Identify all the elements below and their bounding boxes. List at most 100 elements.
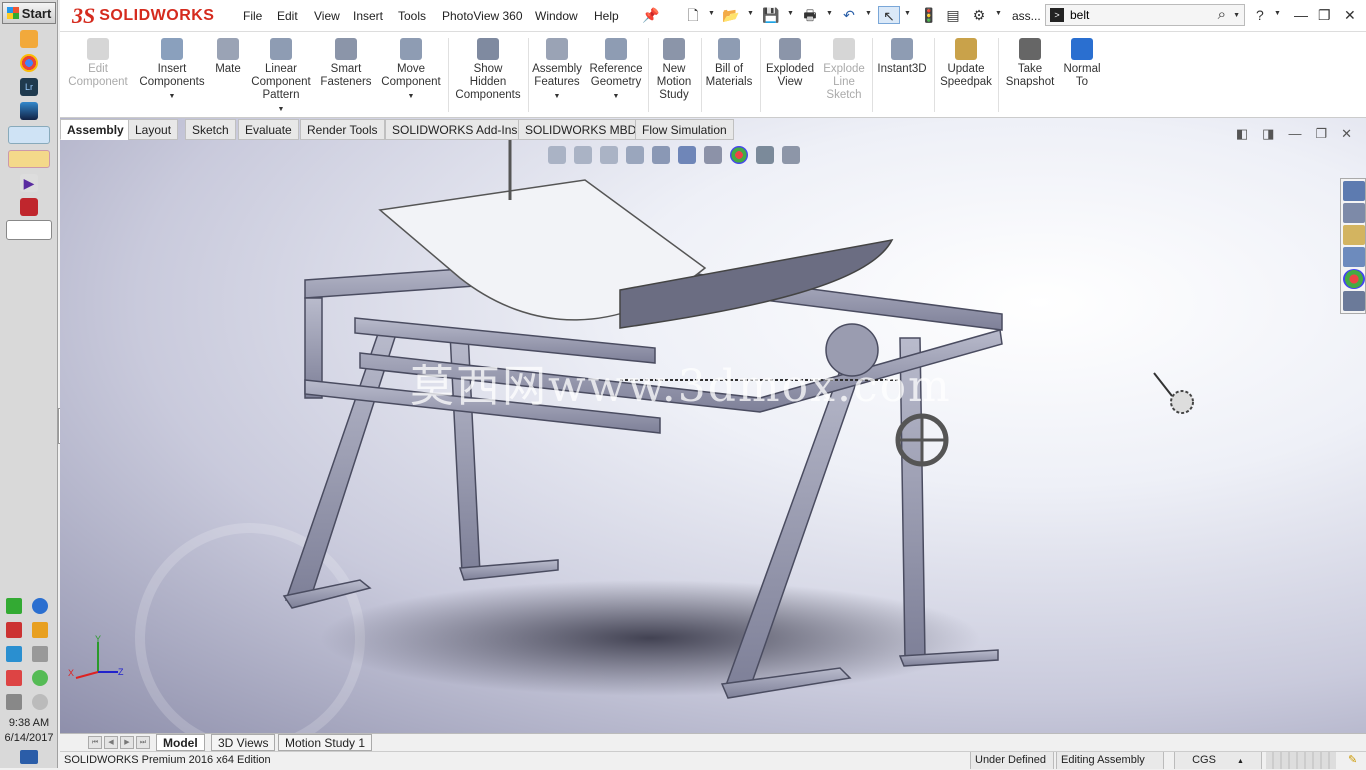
tab-3d-views[interactable]: 3D Views <box>211 734 276 751</box>
display-style-icon[interactable] <box>678 146 696 164</box>
reference-geometry-button[interactable]: Reference Geometry ▼ <box>586 38 646 103</box>
tab-evaluate[interactable]: Evaluate <box>238 119 299 140</box>
save-icon[interactable]: 💾 <box>762 6 780 24</box>
solidworks-logo[interactable]: 3S SOLIDWORKS <box>72 2 214 30</box>
chevron-down-icon[interactable]: ▼ <box>376 90 446 103</box>
help-dropdown-icon[interactable]: ▼ <box>1274 10 1281 17</box>
view-orientation-icon[interactable] <box>652 146 670 164</box>
show-desktop-icon[interactable] <box>20 750 38 764</box>
solidworks-2016-icon[interactable] <box>20 198 38 216</box>
lightroom-icon[interactable]: Lr <box>20 78 38 96</box>
menu-edit[interactable]: Edit <box>277 9 298 23</box>
explode-line-sketch-button[interactable]: Explode Line Sketch <box>820 38 868 102</box>
close-doc-icon[interactable]: ✕ <box>1341 126 1352 142</box>
zoom-to-area-icon[interactable] <box>574 146 592 164</box>
tray-app-icon[interactable] <box>32 622 48 638</box>
normal-to-button[interactable]: Normal To <box>1058 38 1106 89</box>
start-button[interactable]: Start <box>2 2 56 24</box>
open-folder-icon[interactable]: 📂 <box>722 6 740 24</box>
units-selector[interactable]: CGS ▲ <box>1174 752 1262 769</box>
first-tab-arrow-icon[interactable]: ⏮ <box>88 736 102 749</box>
show-hidden-components-button[interactable]: Show Hidden Components <box>450 38 526 102</box>
photo-app-icon[interactable] <box>20 102 38 120</box>
zoom-to-fit-icon[interactable] <box>548 146 566 164</box>
chrome-icon[interactable] <box>20 54 38 72</box>
view-palette-icon[interactable] <box>1343 247 1365 267</box>
tray-power-icon[interactable] <box>6 694 22 710</box>
menu-view[interactable]: View <box>314 9 340 23</box>
file-properties-icon[interactable]: ▤ <box>944 6 962 24</box>
bluetooth-icon[interactable] <box>32 598 48 614</box>
restore-doc-icon[interactable]: ❐ <box>1315 126 1327 142</box>
home-icon[interactable] <box>1343 181 1365 201</box>
view-settings-icon[interactable] <box>782 146 800 164</box>
menu-window[interactable]: Window <box>535 9 578 23</box>
graphics-area[interactable]: 莫西网www.3dmox.com ◧ ◨ — ❐ ✕ Y X Z <box>60 118 1366 733</box>
rebuild-traffic-light-icon[interactable]: 🚦 <box>920 6 938 24</box>
system-clock[interactable]: 9:38 AM 6/14/2017 <box>0 716 58 746</box>
tab-solidworks-mbd[interactable]: SOLIDWORKS MBD <box>518 119 644 140</box>
tab-model[interactable]: Model <box>156 734 205 751</box>
design-library-icon[interactable] <box>1343 203 1365 223</box>
taskbar-window-button[interactable] <box>8 126 50 144</box>
menu-insert[interactable]: Insert <box>353 9 383 23</box>
last-tab-arrow-icon[interactable]: ⏭ <box>136 736 150 749</box>
undo-icon[interactable]: ↶ <box>840 6 858 24</box>
menu-photoview[interactable]: PhotoView 360 <box>442 9 523 23</box>
pin-menu-icon[interactable]: 📌 <box>642 6 660 24</box>
mate-button[interactable]: Mate <box>210 38 246 76</box>
edit-component-button[interactable]: Edit Component <box>64 38 132 89</box>
tray-update-icon[interactable] <box>32 670 48 686</box>
tray-security-icon[interactable] <box>6 598 22 614</box>
search-dropdown-icon[interactable]: ▼ <box>1233 12 1240 19</box>
play-icon[interactable]: ▶ <box>20 174 38 192</box>
tray-sync-icon[interactable] <box>6 622 22 638</box>
section-view-icon[interactable] <box>626 146 644 164</box>
smart-fasteners-button[interactable]: Smart Fasteners <box>316 38 376 89</box>
file-explorer-icon[interactable] <box>1343 225 1365 245</box>
linear-component-pattern-button[interactable]: Linear Component Pattern ▼ <box>246 38 316 116</box>
search-commands-box[interactable]: > ⌕ ▼ <box>1045 4 1245 26</box>
tab-render-tools[interactable]: Render Tools <box>300 119 385 140</box>
tray-display-icon[interactable] <box>6 646 22 662</box>
tray-network-icon[interactable] <box>32 646 48 662</box>
chevron-down-icon[interactable]: ▼ <box>246 103 316 116</box>
tab-motion-study-1[interactable]: Motion Study 1 <box>278 734 373 751</box>
assembly-model-view[interactable] <box>60 118 1366 733</box>
tab-solidworks-addins[interactable]: SOLIDWORKS Add-Ins <box>385 119 525 140</box>
close-app-icon[interactable]: ✕ <box>1344 7 1356 24</box>
tab-flow-simulation[interactable]: Flow Simulation <box>635 119 734 140</box>
minimize-doc-icon[interactable]: — <box>1288 126 1301 142</box>
print-icon[interactable]: 🖶 <box>801 6 819 24</box>
tab-sketch[interactable]: Sketch <box>185 119 236 140</box>
minimize-app-icon[interactable]: — <box>1294 7 1308 23</box>
insert-components-button[interactable]: Insert Components ▼ <box>134 38 210 103</box>
select-pointer-icon[interactable]: ↖ <box>878 6 900 24</box>
menu-file[interactable]: File <box>243 9 262 23</box>
take-snapshot-button[interactable]: Take Snapshot <box>1000 38 1060 89</box>
media-app-icon[interactable] <box>20 30 38 48</box>
menu-tools[interactable]: Tools <box>398 9 426 23</box>
new-document-icon[interactable]: 🗋 <box>684 6 702 24</box>
options-gear-icon[interactable]: ⚙ <box>970 6 988 24</box>
custom-properties-icon[interactable] <box>1343 291 1365 311</box>
tab-layout[interactable]: Layout <box>128 119 179 140</box>
edit-appearance-icon[interactable] <box>730 146 748 164</box>
bill-of-materials-button[interactable]: Bill of Materials <box>700 38 758 89</box>
tile-left-icon[interactable]: ◧ <box>1236 126 1248 142</box>
chevron-down-icon[interactable]: ▼ <box>528 90 586 103</box>
options-dropdown-icon[interactable]: ▼ <box>995 10 1002 17</box>
tray-flag-icon[interactable] <box>6 670 22 686</box>
assembly-features-button[interactable]: Assembly Features ▼ <box>528 38 586 103</box>
previous-view-icon[interactable] <box>600 146 618 164</box>
units-dropdown-icon[interactable]: ▲ <box>1237 758 1244 765</box>
volume-icon[interactable] <box>32 694 48 710</box>
rebuild-status-icon[interactable]: ✎ <box>1344 752 1361 769</box>
move-component-button[interactable]: Move Component ▼ <box>376 38 446 103</box>
save-dropdown-icon[interactable]: ▼ <box>787 10 794 17</box>
apply-scene-icon[interactable] <box>756 146 774 164</box>
explorer-folder-icon[interactable] <box>8 150 50 168</box>
tab-assembly[interactable]: Assembly <box>60 119 131 140</box>
help-question-icon[interactable]: ? <box>1256 7 1264 23</box>
search-icon[interactable]: ⌕ <box>1218 6 1226 23</box>
